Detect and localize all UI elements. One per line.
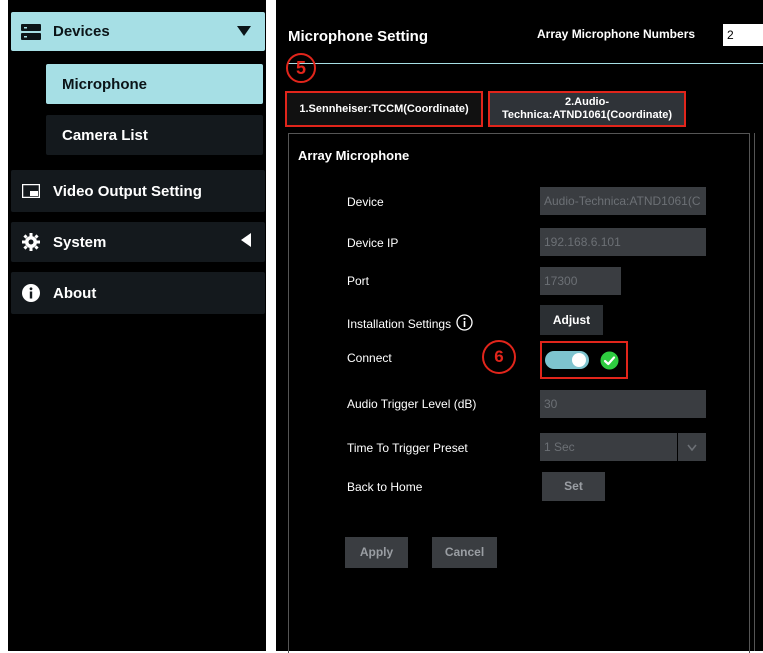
sidebar: Devices Microphone Camera List Video Out…	[8, 0, 266, 651]
chevron-down-icon	[237, 23, 251, 40]
adjust-button[interactable]: Adjust	[540, 305, 603, 335]
sidebar-item-label: Camera List	[62, 126, 148, 144]
panel-edge	[754, 133, 755, 651]
apply-button[interactable]: Apply	[345, 537, 408, 568]
device-field[interactable]: Audio-Technica:ATND1061(C	[540, 187, 706, 215]
chevron-left-icon	[241, 233, 251, 251]
array-mic-numbers-label: Array Microphone Numbers	[537, 27, 696, 41]
sidebar-item-camera-list[interactable]: Camera List	[46, 115, 263, 155]
sidebar-item-devices[interactable]: Devices	[11, 12, 265, 51]
page-title: Microphone Setting	[288, 28, 428, 45]
audio-trigger-level-field[interactable]: 30	[540, 390, 706, 418]
trigger-preset-value: 1 Sec	[544, 440, 575, 454]
connect-label: Connect	[347, 351, 392, 365]
sidebar-item-video-output[interactable]: Video Output Setting	[11, 170, 265, 212]
tab-sennheiser[interactable]: 1.Sennheiser:TCCM(Coordinate)	[285, 91, 483, 127]
set-button[interactable]: Set	[542, 472, 605, 501]
check-icon	[600, 351, 619, 375]
panel-title: Array Microphone	[298, 148, 410, 163]
info-icon	[21, 284, 41, 302]
step-6-marker: 6	[482, 340, 516, 374]
sidebar-item-system[interactable]: System	[11, 222, 265, 262]
sidebar-item-about[interactable]: About	[11, 272, 265, 314]
info-icon[interactable]	[456, 314, 473, 334]
sidebar-item-label: Video Output Setting	[53, 182, 202, 200]
audio-trigger-level-label: Audio Trigger Level (dB)	[347, 397, 477, 411]
installation-settings-text: Installation Settings	[347, 317, 452, 331]
port-field[interactable]: 17300	[540, 267, 621, 295]
trigger-preset-select[interactable]: 1 Sec	[540, 433, 706, 461]
installation-settings-label: Installation Settings	[347, 314, 473, 334]
device-label: Device	[347, 195, 384, 209]
connect-toggle[interactable]	[545, 351, 589, 369]
port-label: Port	[347, 274, 370, 288]
tab-audio-technica[interactable]: 2.Audio- Technica:ATND1061(Coordinate)	[488, 91, 686, 127]
toggle-knob	[572, 353, 586, 367]
cancel-button[interactable]: Cancel	[432, 537, 497, 568]
step-5-marker: 5	[286, 53, 316, 83]
divider	[288, 63, 763, 64]
trigger-preset-label: Time To Trigger Preset	[347, 441, 468, 455]
server-icon	[21, 23, 41, 41]
device-ip-field[interactable]: 192.168.6.101	[540, 228, 706, 256]
sidebar-item-label: System	[53, 233, 107, 251]
array-mic-numbers-input[interactable]: 2	[723, 24, 763, 46]
gear-icon	[21, 233, 41, 251]
tab-label-line2: Technica:ATND1061(Coordinate)	[501, 109, 673, 121]
device-ip-label: Device IP	[347, 236, 399, 250]
monitor-icon	[21, 182, 41, 200]
sidebar-item-label: Microphone	[62, 75, 147, 93]
sidebar-item-label: About	[53, 284, 97, 302]
tab-label-line1: 2.Audio-	[565, 96, 609, 108]
chevron-down-icon	[677, 433, 706, 461]
sidebar-item-label: Devices	[53, 23, 110, 40]
sidebar-item-microphone[interactable]: Microphone	[46, 64, 263, 104]
main-content: Microphone Setting Array Microphone Numb…	[276, 0, 763, 653]
connect-highlight	[540, 341, 628, 379]
back-to-home-label: Back to Home	[347, 480, 423, 494]
